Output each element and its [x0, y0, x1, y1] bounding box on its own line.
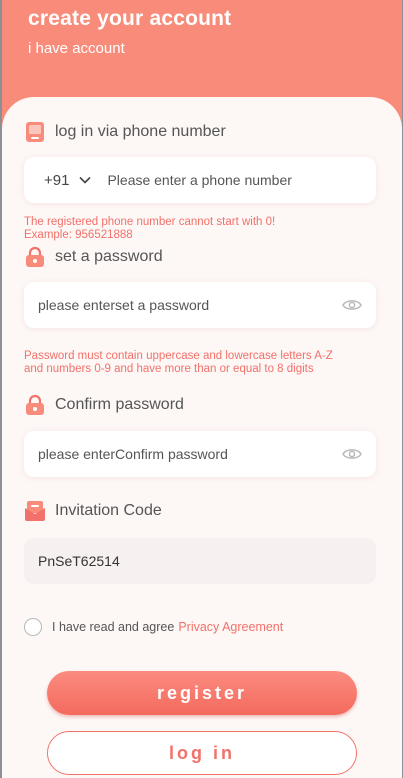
agreement-row: I have read and agree Privacy Agreement	[24, 618, 283, 636]
register-button[interactable]: register	[47, 671, 357, 715]
register-page: create your account i have account log i…	[2, 0, 402, 778]
have-account-link[interactable]: i have account	[28, 40, 231, 58]
phone-hint-line2: Example: 956521888	[24, 229, 133, 241]
eye-icon[interactable]	[342, 298, 362, 312]
country-code-select[interactable]: +91	[44, 171, 92, 189]
invite-label: Invitation Code	[55, 502, 162, 519]
phone-hint-line1: The registered phone number cannot start…	[24, 216, 276, 228]
eye-icon[interactable]	[342, 447, 362, 461]
header: create your account i have account	[28, 6, 231, 58]
password-input[interactable]	[38, 297, 334, 313]
invitation-icon	[25, 501, 45, 521]
phone-input[interactable]	[107, 172, 362, 188]
phone-hint: The registered phone number cannot start…	[24, 216, 344, 242]
form-card: log in via phone number +91 The register…	[2, 97, 402, 778]
confirm-field	[24, 431, 376, 477]
password-section-label: set a password	[24, 245, 163, 269]
chevron-down-icon	[79, 176, 92, 184]
password-hint: Password must contain uppercase and lowe…	[24, 350, 333, 375]
phone-section-label: log in via phone number	[24, 120, 226, 144]
login-button[interactable]: log in	[47, 731, 357, 775]
phone-label: log in via phone number	[55, 123, 226, 140]
country-code: +91	[44, 171, 70, 189]
lock-icon	[26, 394, 44, 415]
agreement-text: I have read and agree	[52, 620, 175, 634]
phone-field: +91	[24, 157, 376, 203]
agreement-checkbox[interactable]	[24, 618, 42, 636]
lock-icon	[26, 246, 44, 267]
password-field	[24, 282, 376, 328]
confirm-section-label: Confirm password	[24, 393, 184, 417]
confirm-label: Confirm password	[55, 396, 184, 413]
invite-input[interactable]	[38, 553, 362, 569]
confirm-input[interactable]	[38, 446, 334, 462]
privacy-agreement-link[interactable]: Privacy Agreement	[178, 620, 283, 634]
password-label: set a password	[55, 248, 163, 265]
invite-field	[24, 538, 376, 584]
invite-section-label: Invitation Code	[24, 499, 162, 523]
phone-icon	[26, 122, 44, 142]
page-title: create your account	[28, 7, 232, 30]
